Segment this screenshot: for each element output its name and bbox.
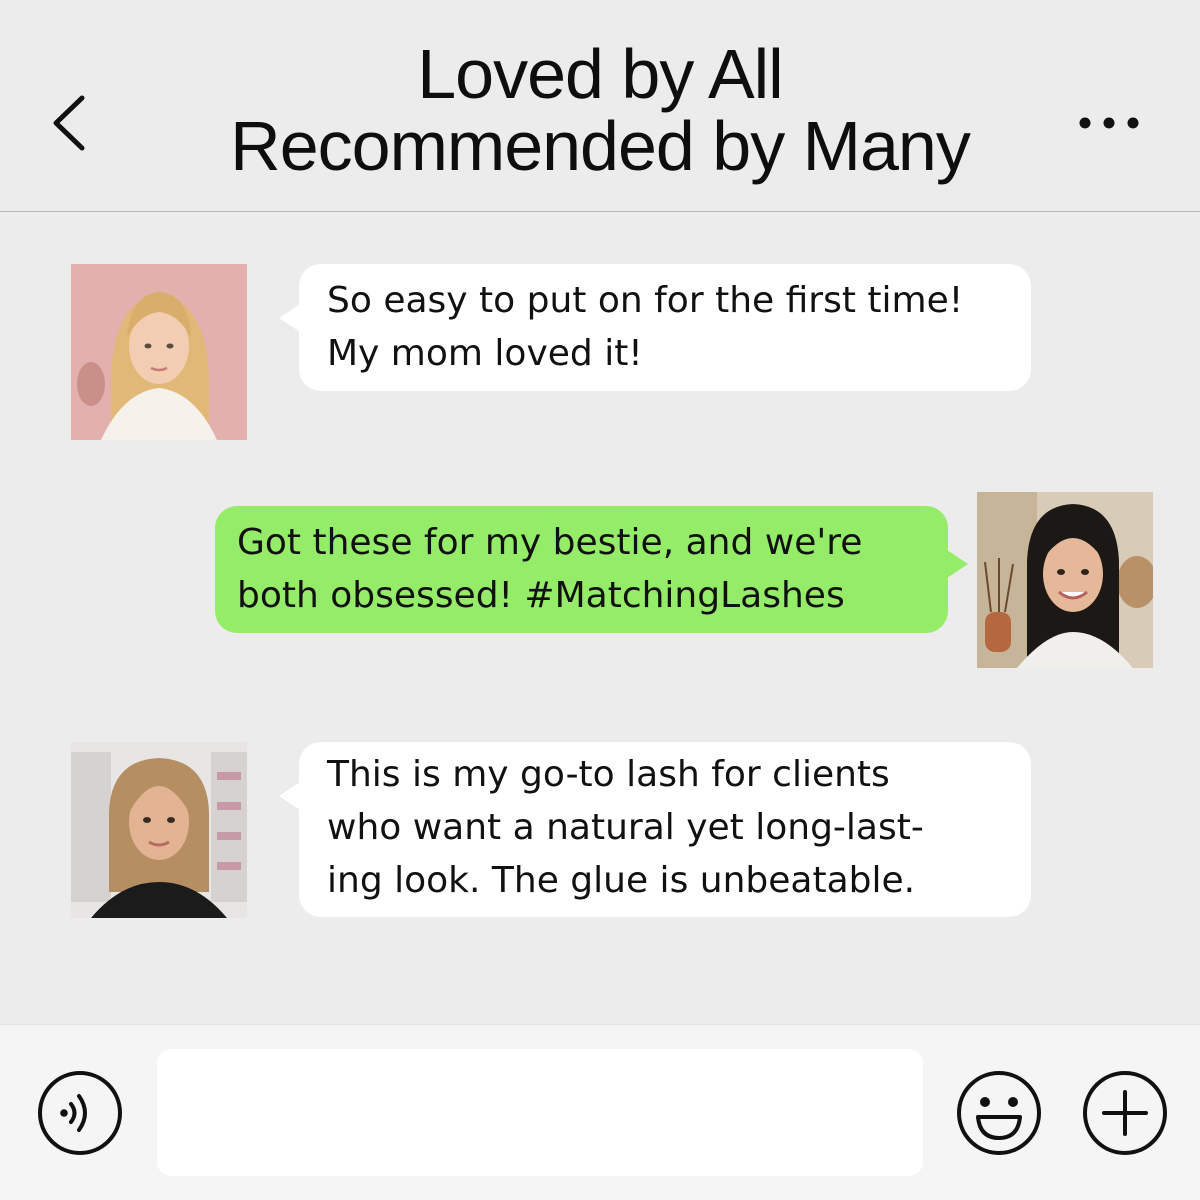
message-1-line-1: So easy to put on for the first time! xyxy=(327,280,964,321)
bubble-tail xyxy=(279,782,300,810)
voice-icon[interactable] xyxy=(37,1070,123,1156)
emoji-icon[interactable] xyxy=(956,1070,1042,1156)
title-line-2: Recommended by Many xyxy=(230,107,971,185)
title-line-1: Loved by All xyxy=(417,35,783,113)
avatar-girl-blonde[interactable] xyxy=(71,264,247,440)
message-1-line-2: My mom loved it! xyxy=(327,333,643,374)
chat-header: Loved by All Recommended by Many xyxy=(0,0,1200,212)
avatar-girl-brunette[interactable] xyxy=(977,492,1153,668)
avatar-woman-stylist[interactable] xyxy=(71,742,247,918)
page-title: Loved by All Recommended by Many xyxy=(150,38,1050,182)
message-2-line-1: Got these for my bestie, and we're xyxy=(237,522,863,563)
message-3-line-3: ing look. The glue is unbeatable. xyxy=(327,860,916,901)
bubble-tail xyxy=(279,304,300,332)
message-bubble-1[interactable]: So easy to put on for the first time! My… xyxy=(279,264,1031,391)
message-3-line-1: This is my go-to lash for clients xyxy=(327,754,890,795)
chevron-left-icon[interactable] xyxy=(40,88,100,158)
message-bubble-2[interactable]: Got these for my bestie, and we're both … xyxy=(215,506,968,633)
message-2-line-2: both obsessed! #MatchingLashes xyxy=(237,575,845,616)
plus-icon[interactable] xyxy=(1082,1070,1168,1156)
message-3-line-2: who want a natural yet long-last- xyxy=(327,807,924,848)
message-input[interactable] xyxy=(157,1049,923,1176)
message-bubble-3[interactable]: This is my go-to lash for clients who wa… xyxy=(279,742,1031,917)
bubble-tail xyxy=(947,550,968,578)
more-horizontal-icon[interactable] xyxy=(1074,108,1144,138)
